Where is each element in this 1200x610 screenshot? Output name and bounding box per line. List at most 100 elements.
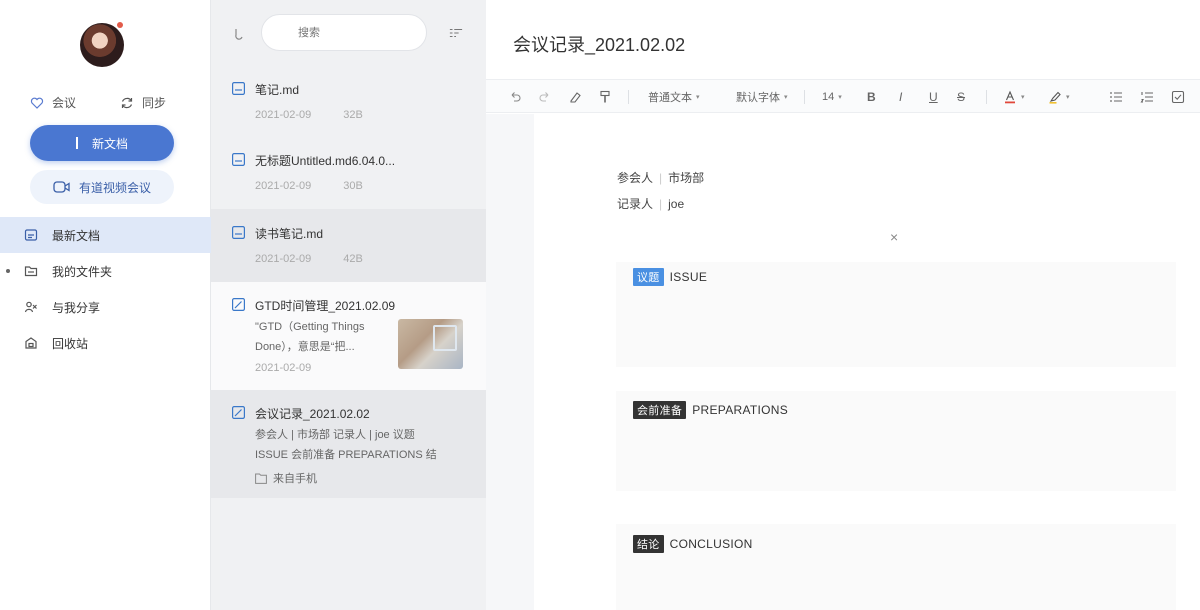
italic-button[interactable]: I [899, 89, 902, 105]
trash-icon [25, 337, 37, 349]
doc-meta: 2021-02-09 42B [255, 253, 363, 265]
list-item[interactable]: GTD时间管理_2021.02.09 "GTD（Getting Things D… [211, 282, 486, 390]
expand-arrow-icon[interactable] [6, 269, 10, 273]
doc-date: 2021-02-09 [255, 109, 312, 121]
doc-date: 2021-02-09 [255, 180, 312, 192]
list-item[interactable]: 笔记.md 2021-02-09 32B [211, 66, 486, 137]
doc-snippet: 参会人 | 市场部 记录人 | joe 议题 ISSUE 会前准备 PREPAR… [255, 425, 437, 465]
attendees-field[interactable]: 参会人 | 市场部 [617, 169, 704, 186]
meeting-quick-button[interactable]: 会议 [30, 94, 76, 111]
chevron-down-icon: ▾ [1021, 94, 1025, 101]
section-preparations[interactable]: 会前准备 PREPARATIONS [616, 391, 1176, 491]
doc-title: 笔记.md [255, 83, 300, 97]
meeting-quick-label: 会议 [52, 96, 77, 110]
snippet-line: "GTD（Getting Things [255, 321, 365, 333]
list-item[interactable]: 无标题Untitled.md6.04.0... 2021-02-09 30B [211, 137, 486, 209]
font-size-dropdown[interactable]: 14 ▾ [822, 89, 842, 105]
font-size-label: 14 [822, 91, 835, 103]
field-value: 市场部 [668, 171, 705, 185]
bold-icon: B [867, 90, 876, 104]
search-input[interactable] [261, 14, 427, 51]
sidebar-item-label: 回收站 [52, 336, 89, 351]
chevron-down-icon: ▾ [784, 94, 788, 101]
font-color-icon [1005, 90, 1015, 104]
eraser-button[interactable] [568, 89, 582, 105]
section-label: CONCLUSION [669, 537, 753, 551]
refresh-icon[interactable] [233, 26, 247, 40]
sidebar-item-folders[interactable]: 我的文件夹 [0, 253, 211, 289]
quick-actions: 会议 同步 [0, 94, 211, 112]
section-conclusion[interactable]: 结论 CONCLUSION [616, 524, 1176, 610]
sidebar-item-label: 最新文档 [52, 228, 101, 243]
format-painter-icon [600, 90, 610, 103]
sidebar-nav: 最新文档 我的文件夹 与我分享 回收站 [0, 217, 211, 361]
close-icon[interactable]: × [890, 229, 898, 245]
new-document-button[interactable]: 新文档 [30, 125, 174, 161]
sidebar: 会议 同步 新文档 有道视频会议 最新文档 我的文件夹 与我分享 回收站 [0, 0, 211, 610]
underline-button[interactable]: U [929, 89, 938, 105]
section-heading: 议题 ISSUE [633, 268, 707, 286]
font-color-dropdown[interactable]: ▾ [1003, 89, 1025, 105]
document-title[interactable]: 会议记录_2021.02.02 [513, 31, 685, 57]
chevron-down-icon: ▾ [1066, 94, 1070, 101]
sort-list-icon[interactable] [449, 26, 463, 40]
sidebar-item-recent[interactable]: 最新文档 [0, 217, 211, 253]
video-meeting-label: 有道视频会议 [78, 180, 151, 195]
underline-icon: U [929, 90, 938, 104]
list-item[interactable]: 会议记录_2021.02.02 参会人 | 市场部 记录人 | joe 议题 I… [211, 390, 486, 498]
strikethrough-button[interactable]: S [957, 89, 965, 105]
markdown-doc-icon [232, 82, 245, 95]
font-dropdown[interactable]: 默认字体 ▾ [736, 89, 788, 105]
numbered-list-button[interactable] [1140, 89, 1154, 105]
video-meeting-button[interactable]: 有道视频会议 [30, 170, 174, 204]
sidebar-item-trash[interactable]: 回收站 [0, 325, 211, 361]
italic-icon: I [899, 90, 903, 104]
doc-meta: 2021-02-09 32B [255, 109, 363, 121]
document-list-pane: 笔记.md 2021-02-09 32B 无标题Untitled.md6.04.0… [211, 0, 486, 610]
chevron-down-icon: ▾ [838, 94, 842, 101]
recorder-field[interactable]: 记录人 | joe [617, 195, 684, 212]
doc-meta: 2021-02-09 30B [255, 180, 363, 192]
toolbar-divider [628, 90, 629, 104]
sidebar-item-label: 与我分享 [52, 300, 101, 315]
sync-button[interactable]: 同步 [120, 94, 166, 111]
highlight-dropdown[interactable]: ▾ [1048, 89, 1070, 105]
bullet-list-icon [1110, 92, 1122, 102]
sync-label: 同步 [142, 96, 167, 110]
doc-meta: 2021-02-09 [255, 362, 311, 374]
avatar[interactable] [80, 23, 124, 67]
section-tag: 议题 [633, 268, 664, 286]
bullet-list-button[interactable] [1109, 89, 1123, 105]
redo-button[interactable] [538, 89, 552, 105]
section-issue[interactable]: 议题 ISSUE [616, 262, 1176, 367]
doc-date: 2021-02-09 [255, 253, 312, 265]
plus-icon [75, 137, 78, 149]
new-document-label: 新文档 [91, 136, 128, 151]
doc-date: 2021-02-09 [255, 362, 312, 374]
text-style-dropdown[interactable]: 普通文本 ▾ [648, 89, 700, 105]
strikethrough-icon: S [957, 90, 966, 104]
doc-snippet: "GTD（Getting Things Done），意思是“把... [255, 317, 364, 357]
note-doc-icon [232, 298, 245, 311]
list-header [211, 0, 486, 66]
clock-doc-icon [24, 229, 38, 241]
redo-icon [539, 92, 549, 102]
field-label: 参会人 [617, 171, 654, 185]
folder-icon [255, 473, 267, 484]
checklist-button[interactable] [1171, 89, 1185, 105]
doc-size: 42B [343, 253, 363, 265]
list-item[interactable]: 读书笔记.md 2021-02-09 42B [211, 209, 486, 282]
format-painter-button[interactable] [598, 89, 612, 105]
snippet-line: ISSUE 会前准备 PREPARATIONS 结 [255, 449, 437, 461]
bold-button[interactable]: B [867, 89, 876, 105]
undo-button[interactable] [508, 89, 522, 105]
checkbox-icon [1171, 90, 1185, 104]
sidebar-item-shared[interactable]: 与我分享 [0, 289, 211, 325]
snippet-line: Done），意思是“把... [255, 341, 355, 353]
sidebar-item-label: 我的文件夹 [52, 264, 113, 279]
doc-title: 会议记录_2021.02.02 [255, 407, 370, 421]
doc-title: GTD时间管理_2021.02.09 [255, 299, 396, 313]
highlighter-icon [1049, 91, 1061, 104]
section-label: PREPARATIONS [692, 403, 789, 417]
numbered-list-icon [1140, 92, 1153, 103]
